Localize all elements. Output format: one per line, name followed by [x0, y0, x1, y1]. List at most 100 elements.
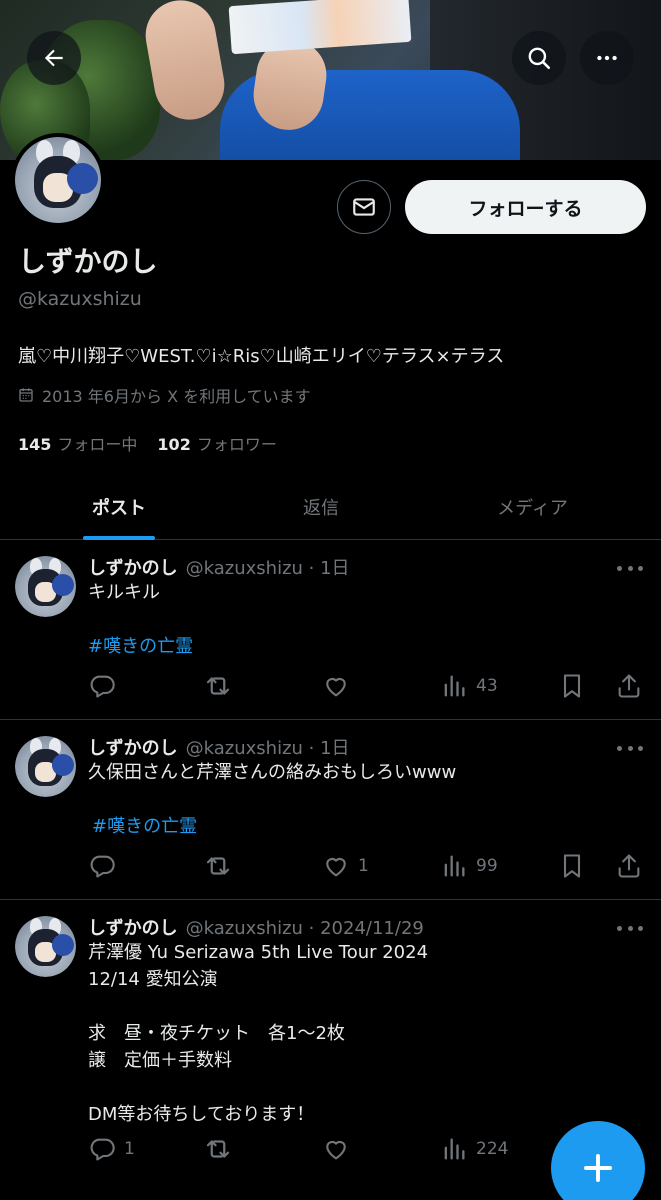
- like-button[interactable]: [322, 1134, 358, 1164]
- views-button[interactable]: 99: [440, 851, 498, 881]
- reply-icon: [90, 675, 115, 698]
- profile-bio: 嵐♡中川翔子♡WEST.♡i☆Ris♡山崎エリイ♡テラス×テラス: [18, 346, 505, 367]
- tweet-author-name[interactable]: しずかのし: [88, 918, 178, 939]
- repost-icon: [206, 1140, 230, 1158]
- tweet[interactable]: しずかのし @kazuxshizu · 1日 キルキル #嘆きの亡霊 43: [0, 540, 661, 720]
- tweet-actions: 1 99: [88, 851, 643, 881]
- analytics-icon: [444, 1138, 465, 1160]
- tweet-avatar[interactable]: [15, 736, 76, 797]
- tab-media[interactable]: メディア: [404, 474, 661, 539]
- reply-button[interactable]: [88, 671, 124, 701]
- share-button[interactable]: [615, 851, 643, 881]
- profile-avatar[interactable]: [11, 133, 105, 227]
- views-button[interactable]: 224: [440, 1134, 508, 1164]
- tweet-more-icon[interactable]: [617, 564, 643, 572]
- tweet-line: DM等お待ちしております！: [88, 1104, 315, 1125]
- share-button[interactable]: [615, 671, 643, 701]
- tweet-avatar[interactable]: [15, 916, 76, 977]
- following-count: 145: [18, 435, 52, 454]
- analytics-icon: [444, 675, 465, 697]
- banner-card: [228, 0, 412, 55]
- tweet-date[interactable]: 1日: [320, 558, 349, 579]
- bookmark-icon: [563, 674, 581, 698]
- tweet-header: しずかのし @kazuxshizu · 2024/11/29: [88, 918, 424, 939]
- hashtag-link[interactable]: #嘆きの亡霊: [88, 813, 628, 840]
- tweet-date[interactable]: 1日: [320, 738, 349, 759]
- tab-posts[interactable]: ポスト: [0, 474, 238, 539]
- tweet-line: キルキル: [88, 582, 160, 603]
- tweet-text: 芹澤優 Yu Serizawa 5th Live Tour 2024 12/14…: [88, 939, 628, 1128]
- heart-icon: [326, 1140, 346, 1160]
- bookmark-button[interactable]: [558, 851, 586, 881]
- share-icon: [618, 674, 640, 698]
- views-button[interactable]: 43: [440, 671, 498, 701]
- reply-icon: [90, 1138, 115, 1161]
- tweet-more-icon[interactable]: [617, 924, 643, 932]
- tweet-handle[interactable]: @kazuxshizu: [186, 558, 303, 579]
- bookmark-icon: [563, 854, 581, 878]
- tweet-line: 求 昼・夜チケット 各1〜2枚: [88, 1023, 345, 1044]
- repost-button[interactable]: [203, 1134, 241, 1164]
- like-button[interactable]: [322, 671, 358, 701]
- tweet-line: 12/14 愛知公演: [88, 969, 218, 990]
- followers-count: 102: [157, 435, 191, 454]
- arrow-left-icon: [44, 49, 63, 67]
- tweet-avatar[interactable]: [15, 556, 76, 617]
- reply-icon: [90, 855, 115, 878]
- tweet-line: 久保田さんと芹澤さんの絡みおもしろいwww: [88, 762, 457, 783]
- following-label: フォロー中: [57, 435, 138, 454]
- more-options-button[interactable]: [580, 31, 634, 85]
- repost-button[interactable]: [203, 671, 241, 701]
- tweet-handle[interactable]: @kazuxshizu: [186, 738, 303, 759]
- bookmark-button[interactable]: [558, 671, 586, 701]
- tweet-line: 譲 定価＋手数料: [88, 1050, 232, 1071]
- reply-count: 1: [124, 1139, 135, 1159]
- tweet-date[interactable]: 2024/11/29: [320, 918, 424, 939]
- back-button[interactable]: [27, 31, 81, 85]
- tweet-line: 芹澤優 Yu Serizawa 5th Live Tour 2024: [88, 942, 429, 963]
- followers-link[interactable]: 102 フォロワー: [157, 431, 276, 455]
- repost-button[interactable]: [203, 851, 241, 881]
- repost-icon: [206, 677, 230, 695]
- heart-icon: [326, 857, 346, 877]
- following-link[interactable]: 145 フォロー中: [18, 431, 137, 455]
- analytics-icon: [444, 855, 465, 877]
- like-button[interactable]: 1: [322, 851, 369, 881]
- reply-button[interactable]: [88, 851, 124, 881]
- tweet-actions: 43: [88, 671, 643, 701]
- tweet-header: しずかのし @kazuxshizu · 1日: [88, 558, 350, 579]
- share-icon: [618, 854, 640, 878]
- view-count: 43: [476, 676, 498, 696]
- tweet-text: キルキル #嘆きの亡霊: [88, 579, 628, 660]
- joined-text: 2013 年6月から X を利用しています: [42, 387, 311, 406]
- tweet-line: [88, 993, 628, 1020]
- envelope-icon: [353, 198, 375, 216]
- plus-icon: [584, 1154, 612, 1182]
- like-count: 1: [358, 856, 369, 876]
- search-button[interactable]: [512, 31, 566, 85]
- calendar-icon: [19, 388, 33, 402]
- tweet-author-name[interactable]: しずかのし: [88, 558, 178, 579]
- tweet-handle[interactable]: @kazuxshizu: [186, 918, 303, 939]
- search-icon: [528, 47, 551, 70]
- followers-label: フォロワー: [196, 435, 277, 454]
- display-name: しずかのし: [18, 245, 158, 278]
- username-handle: @kazuxshizu: [18, 288, 142, 310]
- tweet-line: [88, 1074, 628, 1101]
- tweet-author-name[interactable]: しずかのし: [88, 738, 178, 759]
- heart-icon: [326, 677, 346, 697]
- hashtag-link[interactable]: #嘆きの亡霊: [88, 633, 628, 660]
- tweet-more-icon[interactable]: [617, 744, 643, 752]
- repost-icon: [206, 857, 230, 875]
- tweet[interactable]: しずかのし @kazuxshizu · 1日 久保田さんと芹澤さんの絡みおもしろい…: [0, 720, 661, 900]
- joined-date: 2013 年6月から X を利用しています: [18, 383, 311, 407]
- profile-banner[interactable]: [0, 0, 661, 160]
- reply-button[interactable]: 1: [88, 1134, 135, 1164]
- tab-replies[interactable]: 返信: [238, 474, 404, 539]
- follow-button[interactable]: フォローする: [405, 180, 646, 234]
- profile-tabs: ポスト 返信 メディア: [0, 474, 661, 540]
- message-button[interactable]: [337, 180, 391, 234]
- more-horizontal-icon: [597, 55, 617, 61]
- follow-stats: 145 フォロー中 102 フォロワー: [18, 431, 277, 455]
- avatar-image: [15, 137, 101, 223]
